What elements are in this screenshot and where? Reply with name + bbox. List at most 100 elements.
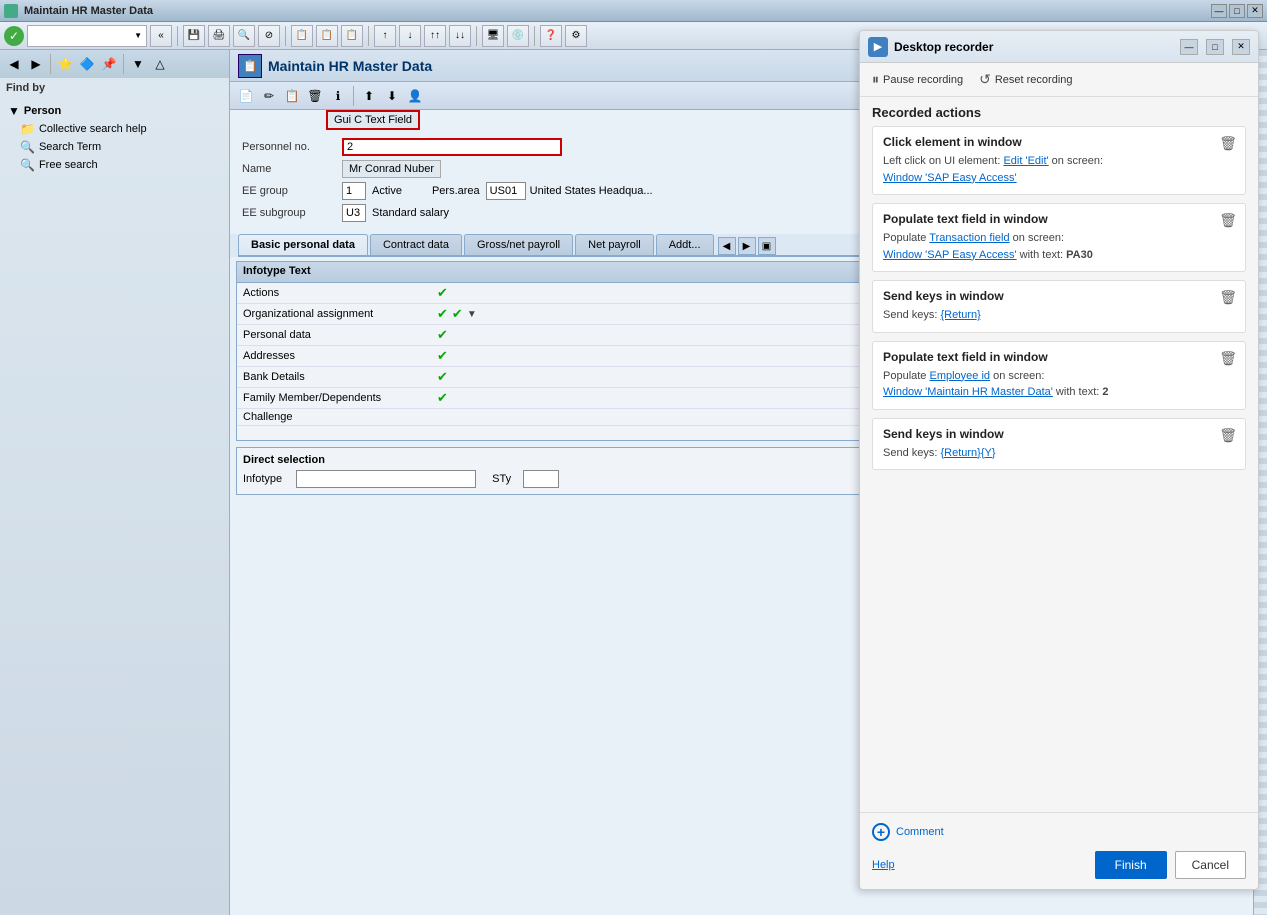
tree-node-search-term[interactable]: 🔍 Search Term [4,138,225,156]
search-icon: 🔍 [20,140,35,154]
lp-btn-1[interactable]: ◀ [4,54,24,74]
mt-btn-new[interactable]: 📄 [236,86,256,106]
pause-recording-btn[interactable]: ⏸ Pause recording [872,71,963,88]
close-button[interactable]: ✕ [1247,4,1263,18]
tb-btn-5[interactable]: ↓ [399,25,421,47]
reset-recording-btn[interactable]: ↺ Reset recording [979,71,1072,88]
name-label: Name [242,163,342,175]
recorder-btns: Finish Cancel [1095,851,1246,879]
personnel-no-label: Personnel no. [242,141,342,153]
maximize-button[interactable]: □ [1229,4,1245,18]
lp-btn-3[interactable]: ⭐ [55,54,75,74]
infotype-label: Infotype [243,473,282,485]
finish-button[interactable]: Finish [1095,851,1167,879]
tab-gross-net-payroll[interactable]: Gross/net payroll [464,234,573,255]
reset-label: Reset recording [995,74,1073,86]
action-3-keys-link[interactable]: {Return} [940,309,980,321]
ee-group-label: EE group [242,185,342,197]
action-1-screen-link[interactable]: Window 'SAP Easy Access' [883,172,1017,184]
status-icon: ✓ [4,26,24,46]
app-icon [4,4,18,18]
sty-input[interactable] [523,470,559,488]
action-card-4: Populate text field in window Populate E… [872,341,1246,410]
lp-btn-6[interactable]: ▼ [128,54,148,74]
mt-btn-down[interactable]: ⬇ [382,86,402,106]
sty-label: STy [492,473,511,485]
recorder-close-btn[interactable]: ✕ [1232,39,1250,55]
mt-btn-extra[interactable]: 👤 [405,86,425,106]
find-button[interactable]: 🔍 [233,25,255,47]
tab-addt[interactable]: Addt... [656,234,714,255]
settings-button[interactable]: ⚙ [565,25,587,47]
mt-btn-edit[interactable]: ✏ [259,86,279,106]
tab-last-btn[interactable]: ▣ [758,237,776,255]
toolbar-separator [177,26,178,46]
lp-btn-5[interactable]: 📌 [99,54,119,74]
recorder-maximize-btn[interactable]: □ [1206,39,1224,55]
lp-sep-2 [123,54,124,74]
lp-btn-2[interactable]: ▶ [26,54,46,74]
mt-btn-delete[interactable]: 🗑 [305,86,325,106]
infotype-input[interactable] [296,470,476,488]
tb-btn-3[interactable]: 📋 [341,25,363,47]
action-4-value: 2 [1102,386,1108,398]
action-1-title: Click element in window [883,135,1235,149]
tree-node-free-search[interactable]: 🔍 Free search [4,156,225,174]
window-controls: — □ ✕ [1211,4,1263,18]
tree-node-person[interactable]: ▼ Person [4,102,225,120]
pers-area-input[interactable] [486,182,526,200]
personnel-no-input[interactable] [342,138,562,156]
cancel-button[interactable]: Cancel [1175,851,1246,879]
action-4-element-link[interactable]: Employee id [929,370,990,382]
action-2-element-link[interactable]: Transaction field [929,232,1009,244]
tab-prev-btn[interactable]: ◀ [718,237,736,255]
nav-back-button[interactable]: « [150,25,172,47]
ee-group-input[interactable] [342,182,366,200]
mt-btn-copy[interactable]: 📋 [282,86,302,106]
action-4-screen-link[interactable]: Window 'Maintain HR Master Data' [883,386,1053,398]
lp-btn-4[interactable]: 🔷 [77,54,97,74]
tb-btn-7[interactable]: ↓↓ [449,25,471,47]
ee-subgroup-input[interactable] [342,204,366,222]
find-next-button[interactable]: ⊘ [258,25,280,47]
tab-net-payroll[interactable]: Net payroll [575,234,654,255]
print-button[interactable]: 🖨 [208,25,230,47]
tab-basic-personal-data[interactable]: Basic personal data [238,234,368,255]
tb-btn-1[interactable]: 📋 [291,25,313,47]
recorded-actions-title: Recorded actions [872,97,1246,126]
tb-btn-9[interactable]: 💿 [507,25,529,47]
help-link[interactable]: Help [872,859,895,871]
tree-node-collective-search[interactable]: 📁 Collective search help [4,120,225,138]
action-2-screen-link[interactable]: Window 'SAP Easy Access' [883,249,1017,261]
module-title: Maintain HR Master Data [268,58,432,74]
action-1-element-link[interactable]: Edit 'Edit' [1003,155,1048,167]
action-2-delete-btn[interactable]: 🗑 [1219,212,1237,229]
help-button[interactable]: ❓ [540,25,562,47]
tb-btn-4[interactable]: ↑ [374,25,396,47]
command-dropdown[interactable]: ▼ [27,25,147,47]
recorder-content: Recorded actions Click element in window… [860,97,1258,812]
tb-btn-8[interactable]: 🖥 [482,25,504,47]
toolbar-separator-4 [476,26,477,46]
comment-plus-icon: + [872,823,890,841]
recorder-minimize-btn[interactable]: — [1180,39,1198,55]
action-1-delete-btn[interactable]: 🗑 [1219,135,1237,152]
mt-btn-info[interactable]: ℹ [328,86,348,106]
tab-next-btn[interactable]: ▶ [738,237,756,255]
action-3-delete-btn[interactable]: 🗑 [1219,289,1237,306]
ee-subgroup-label: EE subgroup [242,207,342,219]
tb-btn-6[interactable]: ↑↑ [424,25,446,47]
tb-btn-2[interactable]: 📋 [316,25,338,47]
save-button[interactable]: 💾 [183,25,205,47]
lp-btn-7[interactable]: △ [150,54,170,74]
tab-contract-data[interactable]: Contract data [370,234,462,255]
action-2-desc: Populate Transaction field on screen: Wi… [883,230,1235,263]
ee-group-text: Active [372,185,402,197]
add-comment-btn[interactable]: + Comment [872,823,944,841]
mt-btn-up[interactable]: ⬆ [359,86,379,106]
action-5-keys-link[interactable]: {Return}{Y} [940,447,995,459]
action-4-delete-btn[interactable]: 🗑 [1219,350,1237,367]
ee-subgroup-text: Standard salary [372,207,449,219]
minimize-button[interactable]: — [1211,4,1227,18]
action-5-delete-btn[interactable]: 🗑 [1219,427,1237,444]
